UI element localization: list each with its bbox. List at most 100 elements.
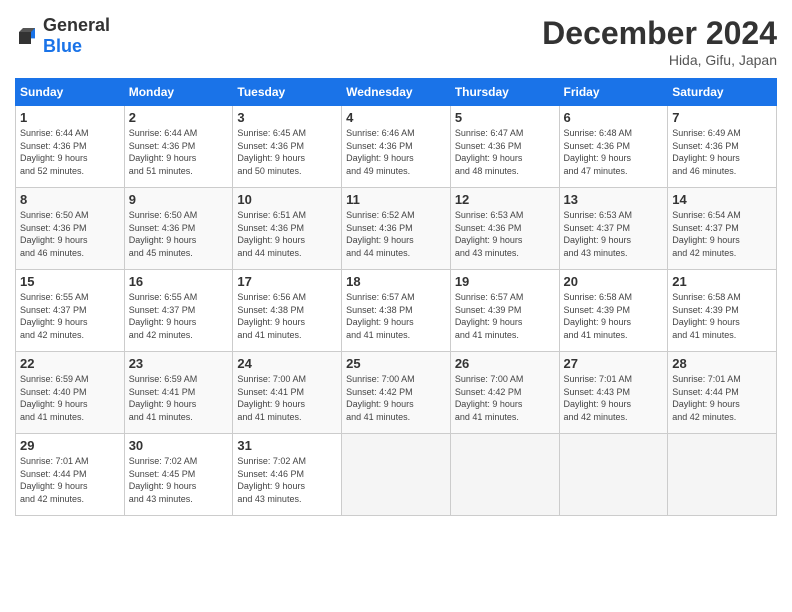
day-number: 29 <box>20 438 120 453</box>
table-row: 19 Sunrise: 6:57 AM Sunset: 4:39 PM Dayli… <box>450 270 559 352</box>
location-subtitle: Hida, Gifu, Japan <box>542 52 777 68</box>
cell-info: Sunrise: 6:57 AM Sunset: 4:38 PM Dayligh… <box>346 291 446 341</box>
day-number: 2 <box>129 110 229 125</box>
calendar-week-3: 22Sunrise: 6:59 AM Sunset: 4:40 PM Dayli… <box>16 352 777 434</box>
day-number: 18 <box>346 274 446 289</box>
table-row: 31 Sunrise: 7:02 AM Sunset: 4:46 PM Dayli… <box>233 434 342 516</box>
day-number: 31 <box>237 438 337 453</box>
table-row: 12 Sunrise: 6:53 AM Sunset: 4:36 PM Dayli… <box>450 188 559 270</box>
day-number: 5 <box>455 110 555 125</box>
cell-info: Sunrise: 7:00 AM Sunset: 4:41 PM Dayligh… <box>237 373 337 423</box>
table-row <box>668 434 777 516</box>
day-number: 28 <box>672 356 772 371</box>
table-row: 26Sunrise: 7:00 AM Sunset: 4:42 PM Dayli… <box>450 352 559 434</box>
cell-info: Sunrise: 6:55 AM Sunset: 4:37 PM Dayligh… <box>20 291 120 341</box>
calendar-week-2: 15 Sunrise: 6:55 AM Sunset: 4:37 PM Dayli… <box>16 270 777 352</box>
calendar-week-4: 29 Sunrise: 7:01 AM Sunset: 4:44 PM Dayli… <box>16 434 777 516</box>
cell-info: Sunrise: 6:52 AM Sunset: 4:36 PM Dayligh… <box>346 209 446 259</box>
cell-info: Sunrise: 6:50 AM Sunset: 4:36 PM Dayligh… <box>129 209 229 259</box>
table-row: 2 Sunrise: 6:44 AM Sunset: 4:36 PM Daylig… <box>124 106 233 188</box>
table-row: 21Sunrise: 6:58 AM Sunset: 4:39 PM Dayli… <box>668 270 777 352</box>
logo-blue: Blue <box>43 36 82 56</box>
cell-info: Sunrise: 7:00 AM Sunset: 4:42 PM Dayligh… <box>346 373 446 423</box>
table-row: 9 Sunrise: 6:50 AM Sunset: 4:36 PM Daylig… <box>124 188 233 270</box>
cell-info: Sunrise: 7:00 AM Sunset: 4:42 PM Dayligh… <box>455 373 555 423</box>
table-row: 29 Sunrise: 7:01 AM Sunset: 4:44 PM Dayli… <box>16 434 125 516</box>
day-number: 1 <box>20 110 120 125</box>
day-number: 16 <box>129 274 229 289</box>
table-row: 24 Sunrise: 7:00 AM Sunset: 4:41 PM Dayli… <box>233 352 342 434</box>
logo-icon <box>15 24 39 48</box>
table-row: 22Sunrise: 6:59 AM Sunset: 4:40 PM Dayli… <box>16 352 125 434</box>
main-container: General Blue December 2024 Hida, Gifu, J… <box>0 0 792 526</box>
header-sunday: Sunday <box>16 79 125 106</box>
cell-info: Sunrise: 7:01 AM Sunset: 4:44 PM Dayligh… <box>672 373 772 423</box>
table-row <box>559 434 668 516</box>
day-number: 3 <box>237 110 337 125</box>
header-thursday: Thursday <box>450 79 559 106</box>
table-row: 17Sunrise: 6:56 AM Sunset: 4:38 PM Dayli… <box>233 270 342 352</box>
weekday-header-row: Sunday Monday Tuesday Wednesday Thursday… <box>16 79 777 106</box>
cell-info: Sunrise: 6:48 AM Sunset: 4:36 PM Dayligh… <box>564 127 664 177</box>
cell-info: Sunrise: 6:53 AM Sunset: 4:37 PM Dayligh… <box>564 209 664 259</box>
day-number: 20 <box>564 274 664 289</box>
cell-info: Sunrise: 7:02 AM Sunset: 4:45 PM Dayligh… <box>129 455 229 505</box>
day-number: 24 <box>237 356 337 371</box>
table-row <box>450 434 559 516</box>
day-number: 6 <box>564 110 664 125</box>
cell-info: Sunrise: 6:50 AM Sunset: 4:36 PM Dayligh… <box>20 209 120 259</box>
day-number: 9 <box>129 192 229 207</box>
table-row: 23 Sunrise: 6:59 AM Sunset: 4:41 PM Dayli… <box>124 352 233 434</box>
cell-info: Sunrise: 6:45 AM Sunset: 4:36 PM Dayligh… <box>237 127 337 177</box>
day-number: 12 <box>455 192 555 207</box>
cell-info: Sunrise: 6:54 AM Sunset: 4:37 PM Dayligh… <box>672 209 772 259</box>
title-area: December 2024 Hida, Gifu, Japan <box>542 15 777 68</box>
day-number: 15 <box>20 274 120 289</box>
logo-general: General <box>43 15 110 35</box>
cell-info: Sunrise: 6:56 AM Sunset: 4:38 PM Dayligh… <box>237 291 337 341</box>
cell-info: Sunrise: 6:46 AM Sunset: 4:36 PM Dayligh… <box>346 127 446 177</box>
day-number: 27 <box>564 356 664 371</box>
day-number: 14 <box>672 192 772 207</box>
day-number: 10 <box>237 192 337 207</box>
cell-info: Sunrise: 6:57 AM Sunset: 4:39 PM Dayligh… <box>455 291 555 341</box>
calendar-week-0: 1 Sunrise: 6:44 AM Sunset: 4:36 PM Daylig… <box>16 106 777 188</box>
day-number: 30 <box>129 438 229 453</box>
cell-info: Sunrise: 6:49 AM Sunset: 4:36 PM Dayligh… <box>672 127 772 177</box>
cell-info: Sunrise: 6:47 AM Sunset: 4:36 PM Dayligh… <box>455 127 555 177</box>
cell-info: Sunrise: 6:44 AM Sunset: 4:36 PM Dayligh… <box>20 127 120 177</box>
header-wednesday: Wednesday <box>342 79 451 106</box>
cell-info: Sunrise: 6:44 AM Sunset: 4:36 PM Dayligh… <box>129 127 229 177</box>
day-number: 19 <box>455 274 555 289</box>
day-number: 25 <box>346 356 446 371</box>
day-number: 23 <box>129 356 229 371</box>
table-row: 30 Sunrise: 7:02 AM Sunset: 4:45 PM Dayli… <box>124 434 233 516</box>
cell-info: Sunrise: 6:55 AM Sunset: 4:37 PM Dayligh… <box>129 291 229 341</box>
table-row: 5 Sunrise: 6:47 AM Sunset: 4:36 PM Daylig… <box>450 106 559 188</box>
logo-text: General Blue <box>43 15 110 57</box>
table-row: 8 Sunrise: 6:50 AM Sunset: 4:36 PM Daylig… <box>16 188 125 270</box>
cell-info: Sunrise: 6:51 AM Sunset: 4:36 PM Dayligh… <box>237 209 337 259</box>
day-number: 4 <box>346 110 446 125</box>
day-number: 21 <box>672 274 772 289</box>
header: General Blue December 2024 Hida, Gifu, J… <box>15 15 777 68</box>
table-row: 7 Sunrise: 6:49 AM Sunset: 4:36 PM Daylig… <box>668 106 777 188</box>
day-number: 8 <box>20 192 120 207</box>
cell-info: Sunrise: 6:53 AM Sunset: 4:36 PM Dayligh… <box>455 209 555 259</box>
logo: General Blue <box>15 15 110 57</box>
table-row: 11 Sunrise: 6:52 AM Sunset: 4:36 PM Dayli… <box>342 188 451 270</box>
cell-info: Sunrise: 6:59 AM Sunset: 4:41 PM Dayligh… <box>129 373 229 423</box>
table-row: 4 Sunrise: 6:46 AM Sunset: 4:36 PM Daylig… <box>342 106 451 188</box>
table-row: 15 Sunrise: 6:55 AM Sunset: 4:37 PM Dayli… <box>16 270 125 352</box>
table-row: 14 Sunrise: 6:54 AM Sunset: 4:37 PM Dayli… <box>668 188 777 270</box>
cell-info: Sunrise: 7:02 AM Sunset: 4:46 PM Dayligh… <box>237 455 337 505</box>
header-friday: Friday <box>559 79 668 106</box>
day-number: 11 <box>346 192 446 207</box>
table-row: 16 Sunrise: 6:55 AM Sunset: 4:37 PM Dayli… <box>124 270 233 352</box>
cell-info: Sunrise: 7:01 AM Sunset: 4:44 PM Dayligh… <box>20 455 120 505</box>
day-number: 7 <box>672 110 772 125</box>
cell-info: Sunrise: 7:01 AM Sunset: 4:43 PM Dayligh… <box>564 373 664 423</box>
table-row: 27 Sunrise: 7:01 AM Sunset: 4:43 PM Dayli… <box>559 352 668 434</box>
day-number: 22 <box>20 356 120 371</box>
calendar-week-1: 8 Sunrise: 6:50 AM Sunset: 4:36 PM Daylig… <box>16 188 777 270</box>
